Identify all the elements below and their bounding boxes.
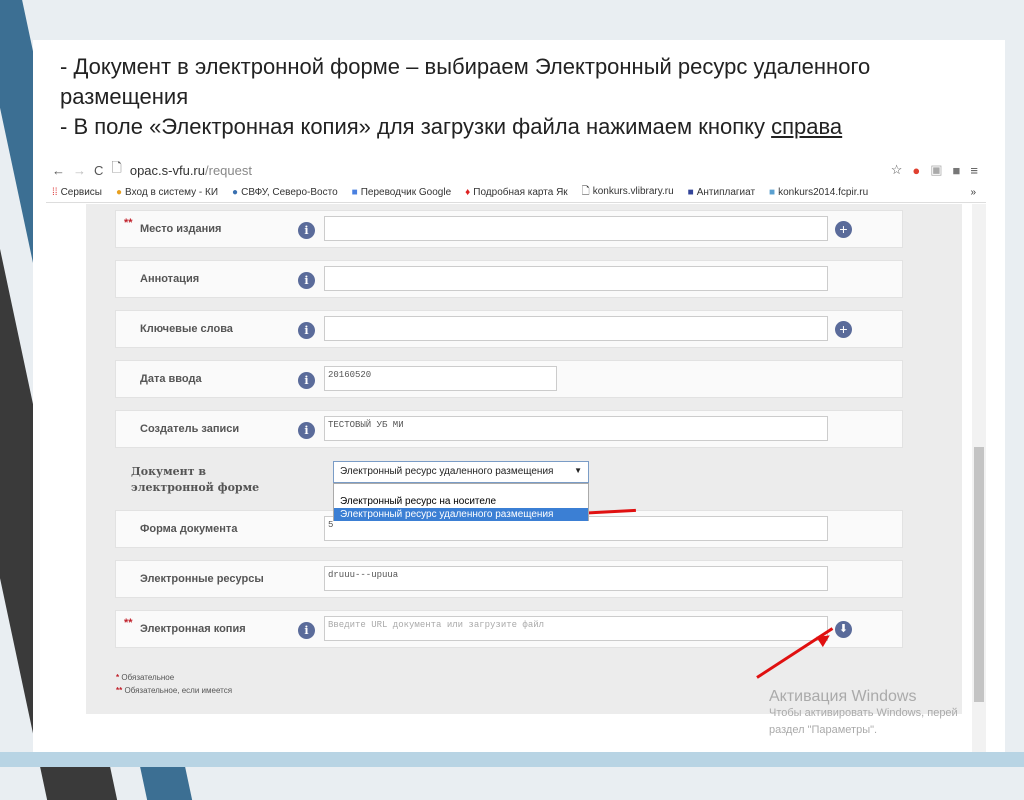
bookmark[interactable]: ■ Переводчик Google <box>352 187 452 198</box>
reload-icon[interactable]: C <box>94 163 103 178</box>
url-input[interactable]: Введите URL документа или загрузите файл <box>324 616 828 641</box>
bookmark-label: Вход в систему - КИ <box>125 187 219 198</box>
field-label: Дата ввода <box>140 373 202 385</box>
plus-icon[interactable]: + <box>835 321 852 338</box>
info-icon[interactable]: i <box>298 372 315 389</box>
required-mark: ** <box>124 217 133 229</box>
option[interactable]: Электронный ресурс на носителе <box>334 495 588 508</box>
info-icon[interactable]: i <box>298 322 315 339</box>
bookmark[interactable]: ■ Антиплагиат <box>688 187 755 198</box>
more-bookmarks[interactable]: » <box>970 187 976 198</box>
field-input[interactable] <box>324 316 828 341</box>
watermark-line: раздел "Параметры". <box>769 724 878 736</box>
field-row: Аннотация i <box>115 260 903 298</box>
title-line-1: - Документ в электронной форме – выбирае… <box>60 54 871 79</box>
watermark-line: Чтобы активировать Windows, перей <box>769 707 958 719</box>
title-line-2: размещения <box>60 84 189 109</box>
upload-icon[interactable]: ⬇ <box>835 621 852 638</box>
field-row: Электронные ресурсы druuu---upuua <box>115 560 903 598</box>
decor-band <box>0 752 1024 767</box>
bookmark[interactable]: ● Вход в систему - КИ <box>116 187 218 198</box>
apps-icon: ⁞⁞ <box>52 187 58 198</box>
info-icon[interactable]: i <box>298 422 315 439</box>
bookmarks-bar: ⁞⁞ Сервисы ● Вход в систему - КИ ● СВФУ, Се… <box>46 183 986 203</box>
watermark-title: Активация Windows <box>769 688 917 705</box>
bookmark-label: Подробная карта Як <box>473 187 568 198</box>
pdf-icon[interactable]: ▣ <box>930 162 942 178</box>
forward-icon[interactable]: → <box>73 163 86 178</box>
field-label: Аннотация <box>140 273 200 285</box>
address-bar[interactable]: opac.s-vfu.ru/request <box>130 163 252 178</box>
bookmark-label: Антиплагиат <box>696 187 756 198</box>
legend-text: Обязательное <box>121 673 175 682</box>
bookmark[interactable]: ⁞⁞ Сервисы <box>52 187 102 198</box>
field-input[interactable]: druuu---upuua <box>324 566 828 591</box>
title-underlined: справа <box>771 114 843 139</box>
extension-icon[interactable]: ● <box>912 163 920 178</box>
extension2-icon[interactable]: ■ <box>953 163 961 178</box>
site-icon: ● <box>116 187 123 198</box>
field-input[interactable] <box>324 266 828 291</box>
bookmark[interactable]: 🗋 konkurs.vlibrary.ru <box>582 184 674 201</box>
site-icon: ■ <box>687 187 694 198</box>
scrollbar-thumb[interactable] <box>974 447 984 702</box>
info-icon[interactable]: i <box>298 272 315 289</box>
title-line-3: - В поле «Электронная копия» для загрузк… <box>60 112 870 142</box>
back-icon[interactable]: ← <box>52 163 65 178</box>
legend: * Обязательное ** Обязательное, если име… <box>116 671 232 697</box>
field-label: Электронная копия <box>140 623 246 635</box>
option-selected[interactable]: Электронный ресурс удаленного размещения <box>334 508 588 521</box>
bookmark-label: konkurs2014.fcpir.ru <box>778 187 869 198</box>
bookmark-label: Переводчик Google <box>360 187 452 198</box>
legend-mark: * <box>116 673 120 682</box>
info-icon[interactable]: i <box>298 222 315 239</box>
site-icon: ● <box>232 187 239 198</box>
bookmark-label: Сервисы <box>60 187 102 198</box>
info-icon[interactable]: i <box>298 622 315 639</box>
field-row: Ключевые слова i + <box>115 310 903 348</box>
legend-text: Обязательное, если имеется <box>124 686 233 695</box>
required-mark: ** <box>124 617 133 629</box>
bookmark[interactable]: ♦ Подробная карта Як <box>465 187 568 198</box>
title-text: - В поле «Электронная копия» для загрузк… <box>60 114 772 139</box>
url-host: opac.s-vfu.ru <box>129 162 205 178</box>
nav-bar: ← → C 🗋 opac.s-vfu.ru/request ☆ ● ▣ ■ ≡ <box>46 157 986 183</box>
site-icon: ■ <box>769 187 776 198</box>
url-path: /request <box>205 162 252 178</box>
star-icon[interactable]: ☆ <box>891 162 903 178</box>
field-label: Ключевые слова <box>140 323 233 335</box>
field-row: ** Электронная копия i Введите URL документ… <box>115 610 903 648</box>
page-icon: 🗋 <box>111 160 122 175</box>
bookmark-label: СВФУ, Северо-Восто <box>241 187 338 198</box>
menu-icon[interactable]: ≡ <box>970 163 978 178</box>
field-label: Место издания <box>140 223 222 235</box>
doc-form-label: Документ в электронной форме <box>131 465 260 494</box>
dropdown-arrow-icon: ▼ <box>574 466 582 475</box>
windows-watermark: Активация Windows Чтобы активировать Win… <box>769 688 958 739</box>
translate-icon: ■ <box>351 187 358 198</box>
field-input[interactable] <box>324 216 828 241</box>
field-label: Форма документа <box>140 523 238 535</box>
doc-form-select[interactable]: Электронный ресурс удаленного размещения… <box>333 461 589 483</box>
scrollbar[interactable] <box>972 204 986 752</box>
browser-window: ← → C 🗋 opac.s-vfu.ru/request ☆ ● ▣ ■ ≡ … <box>46 157 986 752</box>
field-input[interactable]: ТЕСТОВЫЙ УБ МИ <box>324 416 828 441</box>
slide-title: - Документ в электронной форме – выбирае… <box>60 52 870 142</box>
bookmark[interactable]: ● СВФУ, Северо-Восто <box>232 187 338 198</box>
field-row: Создатель записи i ТЕСТОВЫЙ УБ МИ <box>115 410 903 448</box>
bookmark[interactable]: ■ konkurs2014.fcpir.ru <box>769 187 868 198</box>
page-icon: 🗋 <box>581 186 590 197</box>
field-input[interactable]: 20160520 <box>324 366 557 391</box>
map-pin-icon: ♦ <box>465 187 471 198</box>
select-value: Электронный ресурс удаленного размещения <box>340 466 554 477</box>
field-row: ** Место издания i + <box>115 210 903 248</box>
plus-icon[interactable]: + <box>835 221 852 238</box>
field-label: Электронные ресурсы <box>140 573 264 585</box>
field-row: Дата ввода i 20160520 <box>115 360 903 398</box>
doc-form-options: Электронный ресурс на носителе Электронн… <box>333 483 589 521</box>
field-label: Создатель записи <box>140 423 240 435</box>
legend-mark: ** <box>116 686 123 695</box>
bookmark-label: konkurs.vlibrary.ru <box>592 186 674 197</box>
